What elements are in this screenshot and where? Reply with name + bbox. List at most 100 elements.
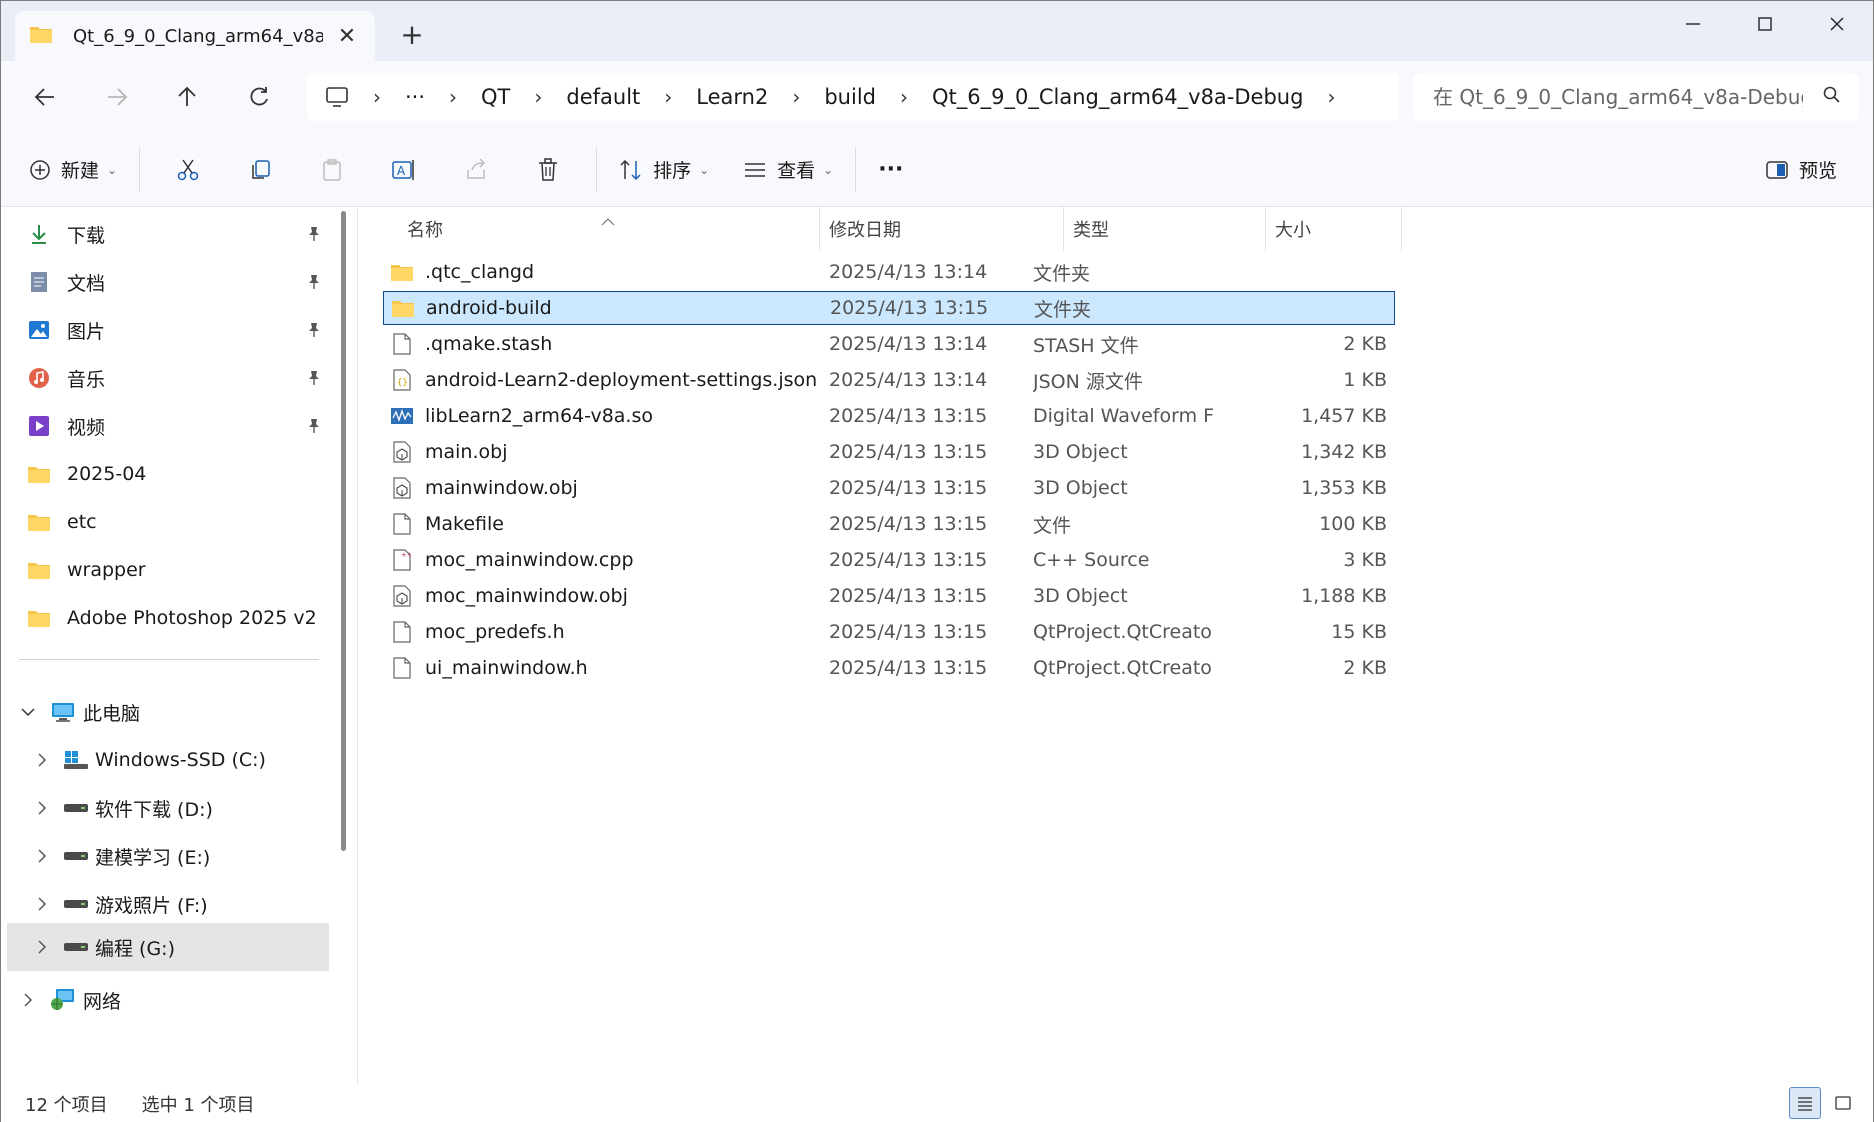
column-header-name[interactable]: 名称 (407, 207, 443, 251)
breadcrumb-current[interactable]: Qt_6_9_0_Clang_arm64_v8a-Debug (932, 85, 1303, 109)
file-row[interactable]: main.obj 2025/4/13 13:15 3D Object 1,342 KB (383, 435, 1395, 469)
sidebar-item-documents[interactable]: 文档 (1, 259, 331, 305)
chevron-right-icon[interactable] (27, 897, 57, 911)
pin-icon[interactable] (307, 273, 321, 295)
column-header-type[interactable]: 类型 (1073, 207, 1109, 251)
new-button[interactable]: 新建 ⌄ (19, 145, 127, 195)
refresh-button[interactable] (239, 79, 279, 115)
sidebar-item-folder-wrapper[interactable]: wrapper (1, 547, 331, 593)
sidebar-scrollbar[interactable] (341, 211, 346, 851)
search-input[interactable] (1433, 85, 1803, 109)
chevron-down-icon[interactable] (13, 707, 43, 717)
pane-divider[interactable] (357, 207, 358, 1085)
file-row[interactable]: {} android-Learn2-deployment-settings.jso… (383, 363, 1395, 397)
chevron-right-icon[interactable] (27, 849, 57, 863)
copy-button[interactable] (224, 145, 296, 195)
chevron-right-icon[interactable] (27, 801, 57, 815)
file-row[interactable]: Makefile 2025/4/13 13:15 文件 100 KB (383, 507, 1395, 541)
file-name: .qtc_clangd (389, 259, 534, 285)
chevron-right-icon[interactable] (27, 753, 57, 767)
file-row[interactable]: .qmake.stash 2025/4/13 13:14 STASH 文件 2 KB (383, 327, 1395, 361)
file-icon (389, 655, 415, 681)
search-box[interactable] (1413, 73, 1859, 121)
sidebar-item-music[interactable]: 音乐 (1, 355, 331, 401)
sidebar-item-downloads[interactable]: 下载 (1, 211, 331, 257)
breadcrumb-overflow[interactable]: ··· (405, 85, 425, 109)
close-window-button[interactable] (1801, 1, 1873, 47)
file-row[interactable]: moc_mainwindow.obj 2025/4/13 13:15 3D Obje… (383, 579, 1395, 613)
new-tab-button[interactable]: + (395, 19, 429, 53)
sort-button[interactable]: 排序 ⌄ (609, 145, 719, 195)
sidebar-item-drive-e[interactable]: 建模学习 (E:) (1, 833, 331, 879)
sidebar-item-drive-f[interactable]: 游戏照片 (F:) (1, 881, 331, 927)
file-row[interactable]: libLearn2_arm64-v8a.so 2025/4/13 13:15 Dig… (383, 399, 1395, 433)
sidebar-item-folder-etc[interactable]: etc (1, 499, 331, 545)
more-options-button[interactable]: ··· (868, 145, 913, 195)
pin-icon[interactable] (307, 417, 321, 439)
column-header-size[interactable]: 大小 (1275, 207, 1311, 251)
file-row[interactable]: .qtc_clangd 2025/4/13 13:14 文件夹 (383, 255, 1395, 289)
column-divider[interactable] (819, 207, 820, 251)
column-header-date[interactable]: 修改日期 (829, 207, 901, 251)
preview-button[interactable]: 预览 (1755, 145, 1847, 195)
pin-icon[interactable] (307, 369, 321, 391)
file-type: 文件夹 (1033, 262, 1091, 285)
paste-button[interactable] (296, 145, 368, 195)
cut-button[interactable] (152, 145, 224, 195)
delete-button[interactable] (512, 145, 584, 195)
file-name: Makefile (389, 511, 504, 537)
sidebar-item-folder-2025-04[interactable]: 2025-04 (1, 451, 331, 497)
chevron-right-icon[interactable] (13, 993, 43, 1007)
rename-icon: A (392, 159, 414, 180)
address-bar[interactable]: › ··· › QT › default › Learn2 › build › … (307, 73, 1399, 121)
breadcrumb-separator-icon[interactable]: › (449, 85, 457, 109)
breadcrumb-build[interactable]: build (824, 85, 876, 109)
file-row[interactable]: ui_mainwindow.h 2025/4/13 13:15 QtProject.… (383, 651, 1395, 685)
maximize-button[interactable] (1729, 1, 1801, 47)
view-button[interactable]: 查看 ⌄ (733, 145, 843, 195)
share-button[interactable] (440, 145, 512, 195)
breadcrumb-separator-icon[interactable]: › (534, 85, 542, 109)
computer-icon (43, 701, 83, 723)
close-tab-icon[interactable]: ✕ (333, 24, 361, 49)
breadcrumb-separator-icon[interactable]: › (664, 85, 672, 109)
column-divider[interactable] (1401, 207, 1402, 251)
column-divider[interactable] (1265, 207, 1266, 251)
file-row[interactable]: moc_predefs.h 2025/4/13 13:15 QtProject.Qt… (383, 615, 1395, 649)
breadcrumb-separator-icon[interactable]: › (1327, 85, 1335, 109)
minimize-button[interactable] (1657, 1, 1729, 47)
pin-icon[interactable] (307, 321, 321, 343)
rename-button[interactable]: A (368, 145, 440, 195)
trash-icon (539, 157, 558, 181)
file-size: 15 KB (1331, 621, 1387, 643)
sidebar-item-drive-c[interactable]: Windows-SSD (C:) (1, 737, 331, 783)
tab-current-folder[interactable]: Qt_6_9_0_Clang_arm64_v8a-Debug ✕ (15, 11, 375, 61)
breadcrumb-learn2[interactable]: Learn2 (696, 85, 768, 109)
sidebar-item-videos[interactable]: 视频 (1, 403, 331, 449)
sidebar-item-network[interactable]: 网络 (1, 977, 331, 1023)
sidebar-item-drive-d[interactable]: 软件下载 (D:) (1, 785, 331, 831)
sidebar-item-pictures[interactable]: 图片 (1, 307, 331, 353)
breadcrumb-default[interactable]: default (566, 85, 640, 109)
sidebar-item-drive-g[interactable]: 编程 (G:) (7, 923, 329, 971)
up-button[interactable] (167, 79, 207, 115)
sidebar-item-folder-photoshop[interactable]: Adobe Photoshop 2025 v26. (1, 595, 331, 641)
breadcrumb-qt[interactable]: QT (481, 85, 510, 109)
column-divider[interactable] (1063, 207, 1064, 251)
file-date: 2025/4/13 13:15 (829, 513, 988, 535)
file-row[interactable]: ++ moc_mainwindow.cpp 2025/4/13 13:15 C++ S… (383, 543, 1395, 577)
sidebar-item-this-pc[interactable]: 此电脑 (1, 689, 331, 735)
chevron-right-icon[interactable] (27, 940, 57, 954)
monitor-icon[interactable] (325, 86, 349, 108)
file-date: 2025/4/13 13:15 (829, 477, 988, 499)
breadcrumb-separator-icon[interactable]: › (900, 85, 908, 109)
breadcrumb-separator-icon[interactable]: › (792, 85, 800, 109)
back-button[interactable] (25, 79, 65, 115)
details-view-button[interactable] (1789, 1087, 1821, 1119)
file-row[interactable]: android-build 2025/4/13 13:15 文件夹 (383, 291, 1395, 325)
pin-icon[interactable] (307, 225, 321, 247)
breadcrumb-separator-icon[interactable]: › (373, 85, 381, 109)
forward-button[interactable] (97, 79, 137, 115)
large-icons-view-button[interactable] (1827, 1087, 1859, 1119)
file-row[interactable]: mainwindow.obj 2025/4/13 13:15 3D Object 1,… (383, 471, 1395, 505)
